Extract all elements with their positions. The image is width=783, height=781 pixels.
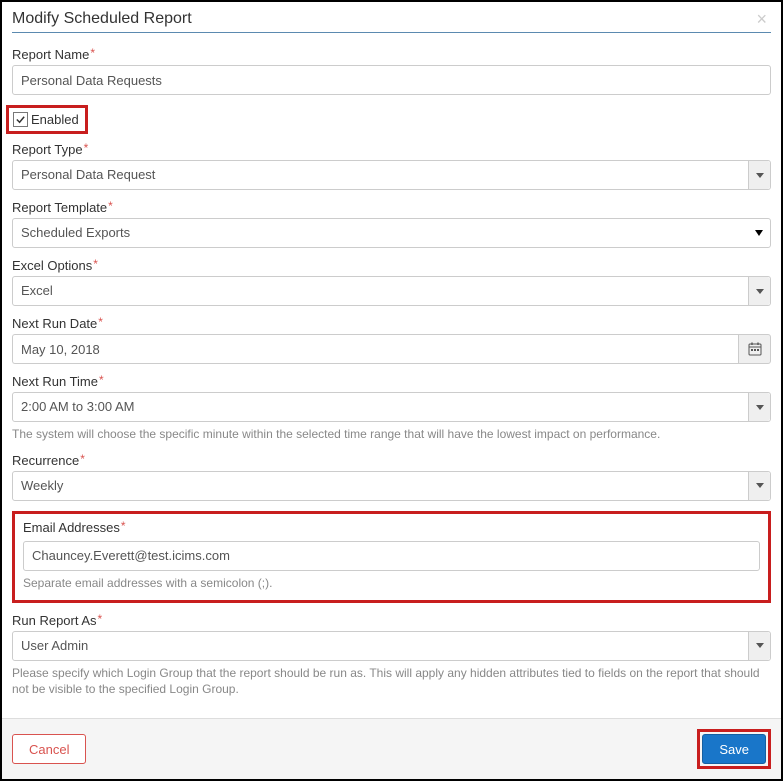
- required-marker: *: [99, 373, 104, 387]
- recurrence-value: Weekly: [12, 471, 771, 501]
- email-addresses-help: Separate email addresses with a semicolo…: [23, 575, 760, 592]
- chevron-down-icon[interactable]: [748, 393, 770, 421]
- chevron-down-icon[interactable]: [748, 632, 770, 660]
- required-marker: *: [93, 257, 98, 271]
- report-name-input[interactable]: [12, 65, 771, 95]
- excel-options-label: Excel Options: [12, 258, 92, 273]
- required-marker: *: [108, 199, 113, 213]
- next-run-time-label: Next Run Time: [12, 374, 98, 389]
- save-button[interactable]: Save: [702, 734, 766, 764]
- close-icon[interactable]: ×: [752, 10, 771, 28]
- report-template-value: Scheduled Exports: [12, 218, 771, 248]
- run-report-as-select[interactable]: User Admin: [12, 631, 771, 661]
- excel-options-select[interactable]: Excel: [12, 276, 771, 306]
- report-type-label: Report Type: [12, 142, 83, 157]
- next-run-date-input[interactable]: [12, 334, 738, 364]
- next-run-time-select[interactable]: 2:00 AM to 3:00 AM: [12, 392, 771, 422]
- required-marker: *: [98, 612, 103, 626]
- enabled-checkbox[interactable]: Enabled: [11, 110, 83, 129]
- next-run-time-help: The system will choose the specific minu…: [12, 426, 771, 443]
- required-marker: *: [80, 452, 85, 466]
- required-marker: *: [121, 519, 126, 533]
- chevron-down-icon[interactable]: [748, 161, 770, 189]
- email-addresses-label: Email Addresses: [23, 520, 120, 535]
- cancel-button[interactable]: Cancel: [12, 734, 86, 764]
- chevron-down-icon[interactable]: [748, 277, 770, 305]
- report-template-select[interactable]: Scheduled Exports: [12, 218, 771, 248]
- chevron-down-icon[interactable]: [748, 472, 770, 500]
- run-report-as-help: Please specify which Login Group that th…: [12, 665, 771, 699]
- run-report-as-value: User Admin: [12, 631, 771, 661]
- calendar-icon[interactable]: [738, 334, 771, 364]
- excel-options-value: Excel: [12, 276, 771, 306]
- required-marker: *: [90, 46, 95, 60]
- report-template-label: Report Template: [12, 200, 107, 215]
- report-type-value: Personal Data Request: [12, 160, 771, 190]
- next-run-date-label: Next Run Date: [12, 316, 97, 331]
- report-type-select[interactable]: Personal Data Request: [12, 160, 771, 190]
- recurrence-select[interactable]: Weekly: [12, 471, 771, 501]
- recurrence-label: Recurrence: [12, 453, 79, 468]
- required-marker: *: [84, 141, 89, 155]
- next-run-time-value: 2:00 AM to 3:00 AM: [12, 392, 771, 422]
- enabled-label: Enabled: [31, 112, 79, 127]
- run-report-as-label: Run Report As: [12, 613, 97, 628]
- report-name-label: Report Name: [12, 47, 89, 62]
- email-addresses-input[interactable]: [23, 541, 760, 571]
- required-marker: *: [98, 315, 103, 329]
- checkbox-checked-icon: [13, 112, 28, 127]
- chevron-down-icon[interactable]: [748, 219, 770, 247]
- dialog-title: Modify Scheduled Report: [12, 10, 192, 28]
